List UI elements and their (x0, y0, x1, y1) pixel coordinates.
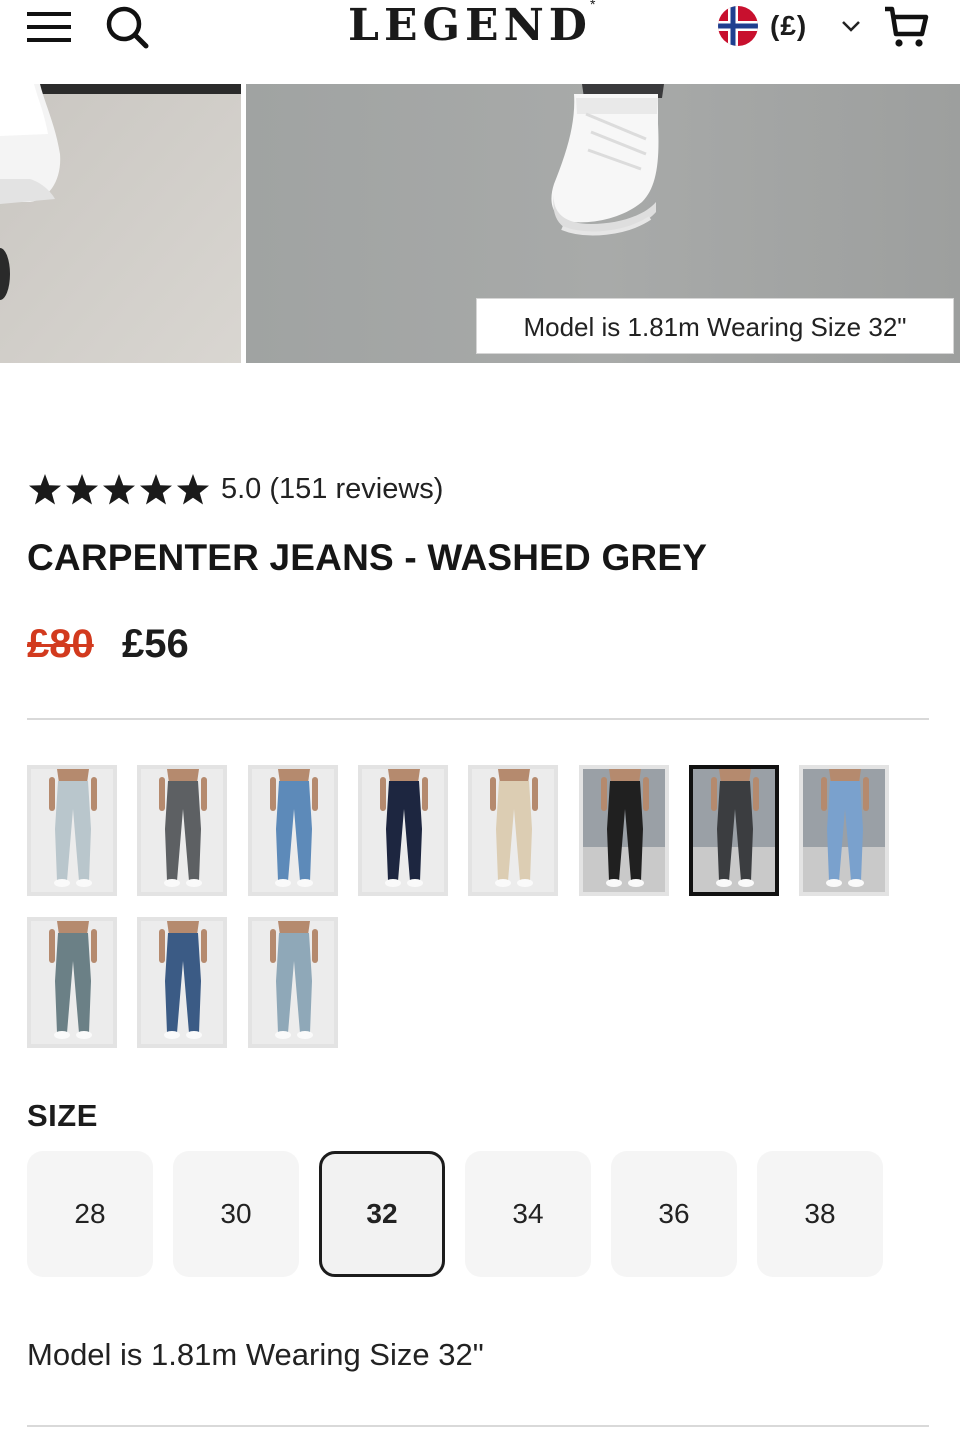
brand-logo[interactable]: LEGEND (348, 0, 592, 52)
size-option-28[interactable]: 28 (27, 1151, 153, 1277)
hero-model-caption: Model is 1.81m Wearing Size 32" (476, 298, 954, 354)
star-icon (140, 474, 172, 505)
size-option-32[interactable]: 32 (319, 1151, 445, 1277)
size-option-38[interactable]: 38 (757, 1151, 883, 1277)
size-option-34[interactable]: 34 (465, 1151, 591, 1277)
star-icon (29, 474, 61, 505)
color-swatch-black[interactable] (578, 765, 669, 896)
model-size-note: Model is 1.81m Wearing Size 32" (27, 1337, 484, 1372)
size-option-36[interactable]: 36 (611, 1151, 737, 1277)
sale-price: £56 (122, 622, 189, 666)
color-swatch-vintage-green-wash[interactable] (27, 917, 117, 1048)
jeans-thumbnail-image (251, 921, 334, 1044)
size-heading: SIZE (27, 1098, 98, 1133)
color-swatch-light-wash[interactable] (27, 765, 117, 896)
color-swatch-washed-grey[interactable] (688, 765, 779, 896)
norway-flag-icon[interactable] (718, 6, 758, 46)
jeans-thumbnail-image (31, 921, 113, 1044)
divider (27, 1425, 929, 1427)
color-swatch-mid-blue[interactable] (247, 765, 338, 896)
search-icon[interactable] (104, 4, 150, 50)
star-icon (103, 474, 135, 505)
jeans-thumbnail-image (472, 769, 555, 892)
jeans-thumbnail-image (692, 769, 775, 892)
logo-mark: * (590, 0, 596, 12)
original-price: £80 (27, 622, 94, 666)
jeans-thumbnail-image (361, 769, 444, 892)
color-swatch-light-blue[interactable] (799, 765, 890, 896)
color-swatch-navy[interactable] (357, 765, 448, 896)
site-header: LEGEND * (£) (0, 0, 960, 84)
jeans-thumbnail-image (141, 921, 224, 1044)
product-image-left[interactable] (0, 84, 241, 363)
size-option-30[interactable]: 30 (173, 1151, 299, 1277)
jeans-thumbnail-image (31, 769, 113, 892)
hamburger-menu-icon[interactable] (27, 8, 73, 46)
color-swatch-ice-blue[interactable] (247, 917, 338, 1048)
logo-text: LEGEND (348, 0, 592, 51)
jeans-thumbnail-image (141, 769, 224, 892)
cart-icon[interactable] (882, 4, 930, 50)
chevron-down-icon[interactable] (838, 16, 864, 36)
color-swatch-sand[interactable] (468, 765, 559, 896)
rating-summary[interactable]: 5.0 (151 reviews) (221, 471, 443, 507)
jeans-thumbnail-image (251, 769, 334, 892)
currency-selector[interactable]: (£) (770, 6, 807, 46)
color-swatch-dark-blue[interactable] (137, 917, 228, 1048)
product-title: CARPENTER JEANS - WASHED GREY (27, 537, 708, 578)
star-icon (177, 474, 209, 505)
floor-shoe-photo (0, 84, 241, 363)
rating-stars[interactable] (27, 472, 213, 508)
jeans-thumbnail-image (803, 769, 886, 892)
jeans-thumbnail-image (582, 769, 665, 892)
divider (27, 718, 929, 720)
star-icon (66, 474, 98, 505)
color-swatch-dark-grey[interactable] (137, 765, 228, 896)
